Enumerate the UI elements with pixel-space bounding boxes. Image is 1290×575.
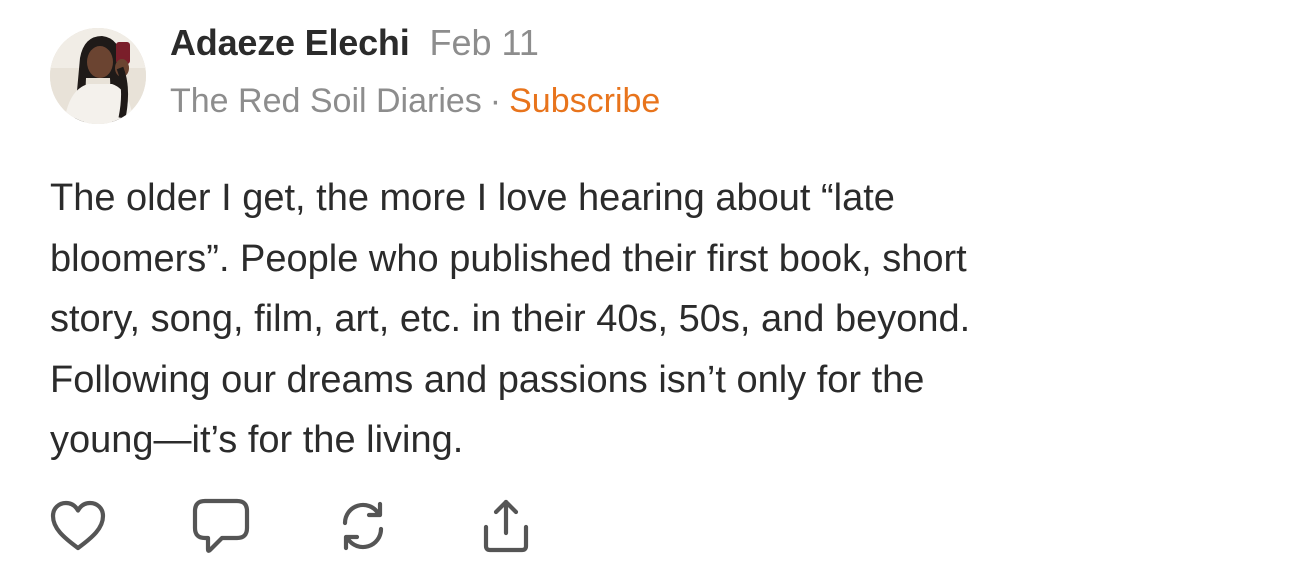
heart-icon	[50, 500, 106, 551]
action-bar	[0, 496, 1290, 556]
restack-icon	[342, 501, 384, 551]
separator-dot: ·	[489, 82, 502, 120]
avatar-photo	[50, 28, 146, 124]
note-post: Adaeze Elechi Feb 11 The Red Soil Diarie…	[0, 0, 1290, 575]
publication-name[interactable]: The Red Soil Diaries	[170, 82, 482, 121]
comment-button[interactable]	[189, 496, 253, 556]
share-button[interactable]	[474, 496, 538, 556]
author-name[interactable]: Adaeze Elechi	[170, 22, 410, 64]
author-avatar[interactable]	[50, 28, 146, 124]
author-line: Adaeze Elechi Feb 11	[170, 22, 539, 70]
post-date: Feb 11	[429, 22, 539, 63]
restack-button[interactable]	[331, 496, 395, 556]
subscribe-link[interactable]: Subscribe	[509, 82, 660, 121]
like-button[interactable]	[46, 496, 110, 556]
comment-icon	[192, 498, 250, 553]
publication-line: The Red Soil Diaries · Subscribe	[170, 82, 660, 121]
share-icon	[483, 499, 529, 553]
post-body: The older I get, the more I love hearing…	[50, 177, 971, 461]
